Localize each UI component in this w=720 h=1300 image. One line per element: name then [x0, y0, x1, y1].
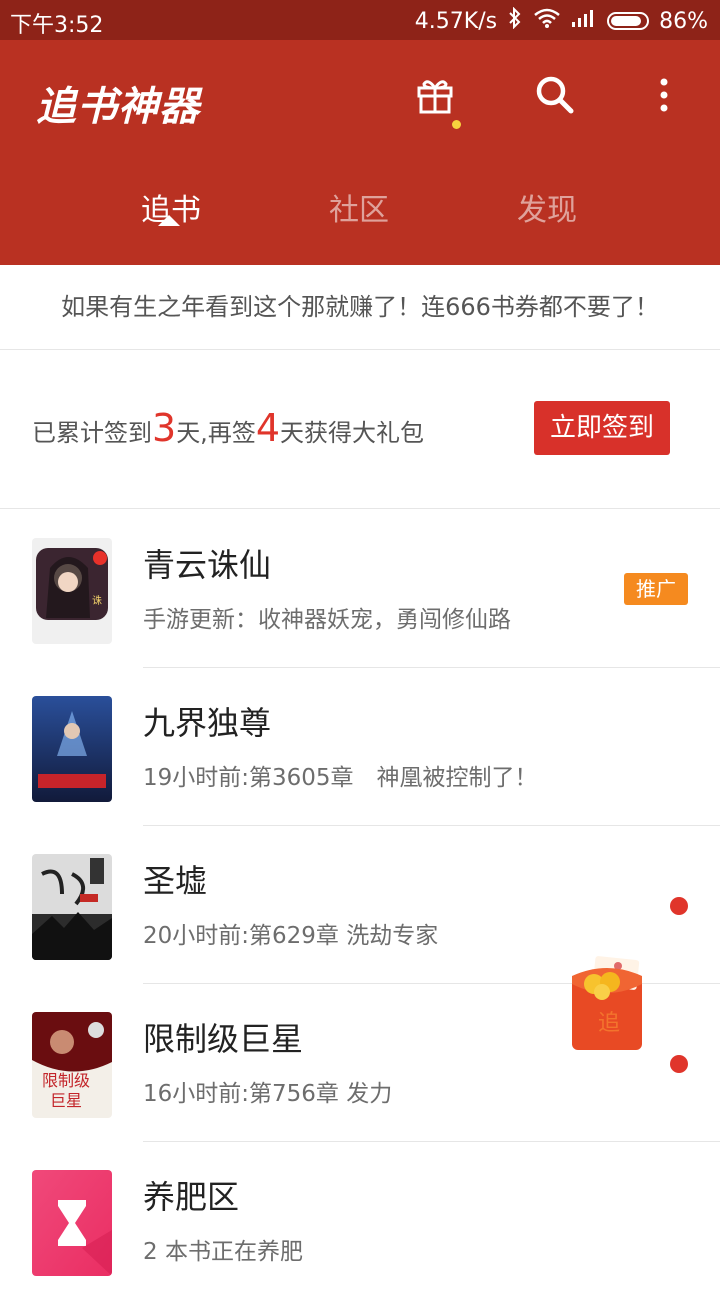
book-cover [32, 696, 112, 802]
update-dot [670, 897, 688, 915]
network-speed: 4.57K/s [414, 8, 498, 34]
signin-section: 已累计签到3天,再签4天获得大礼包 立即签到 [0, 350, 720, 509]
status-time: 下午3:52 [10, 13, 104, 38]
battery-icon [607, 12, 650, 30]
gift-icon[interactable] [410, 70, 460, 120]
promo-badge: 推广 [624, 573, 688, 605]
status-bar: 下午3:52 4.57K/s 86% [0, 0, 720, 40]
notice-banner[interactable]: 如果有生之年看到这个那就赚了！连666书券都不要了！ [0, 265, 720, 350]
tab-bar: 追书 社区 发现 [0, 190, 720, 265]
book-subtitle: 20小时前:第629章 洗劫专家 [143, 923, 439, 949]
book-subtitle: 2 本书正在养肥 [143, 1239, 303, 1265]
svg-text:诛: 诛 [92, 594, 102, 607]
book-title: 圣墟 [143, 862, 208, 900]
hourglass-icon [32, 1170, 112, 1276]
book-cover: 限制级 巨星 [32, 1012, 112, 1118]
signin-button[interactable]: 立即签到 [534, 401, 670, 455]
book-title: 九界独尊 [143, 704, 272, 742]
book-subtitle: 手游更新：收神器妖宠，勇闯修仙路 [143, 607, 511, 633]
signin-days-left: 4 [255, 406, 281, 450]
app-logo: 追书神器 [36, 84, 200, 130]
svg-text:追: 追 [598, 1011, 620, 1036]
more-menu-icon[interactable] [640, 70, 690, 120]
notification-dot [452, 120, 461, 129]
book-subtitle: 19小时前:第3605章 神凰被控制了！ [143, 765, 538, 791]
list-item[interactable]: 九界独尊 19小时前:第3605章 神凰被控制了！ [0, 668, 720, 826]
search-icon[interactable] [530, 70, 580, 120]
signin-progress-text: 已累计签到3天,再签4天获得大礼包 [32, 406, 425, 450]
active-tab-indicator [158, 215, 180, 226]
svg-text:巨星: 巨星 [50, 1091, 82, 1110]
status-right: 4.57K/s 86% [414, 6, 708, 35]
svg-text:限制级: 限制级 [42, 1071, 90, 1090]
book-cover: 诛 [32, 538, 112, 644]
bluetooth-icon [507, 6, 523, 35]
signin-days-done: 3 [152, 406, 177, 450]
red-packet-icon[interactable]: 追 [568, 954, 646, 1054]
update-dot [670, 1055, 688, 1073]
signal-icon [571, 8, 597, 34]
book-title: 青云诛仙 [143, 546, 272, 584]
battery-percent: 86% [659, 8, 708, 34]
list-item[interactable]: 诛 青云诛仙 手游更新：收神器妖宠，勇闯修仙路 推广 [0, 510, 720, 668]
book-title: 养肥区 [143, 1178, 240, 1216]
book-cover [32, 854, 112, 960]
list-item[interactable]: 养肥区 2 本书正在养肥 [0, 1142, 720, 1300]
app-header: 追书神器 追书 社区 发现 [0, 40, 720, 265]
book-title: 限制级巨星 [143, 1020, 304, 1058]
tab-discover[interactable]: 发现 [457, 190, 637, 250]
wifi-icon [533, 8, 561, 34]
book-subtitle: 16小时前:第756章 发力 [143, 1081, 393, 1107]
tab-community[interactable]: 社区 [269, 190, 449, 250]
